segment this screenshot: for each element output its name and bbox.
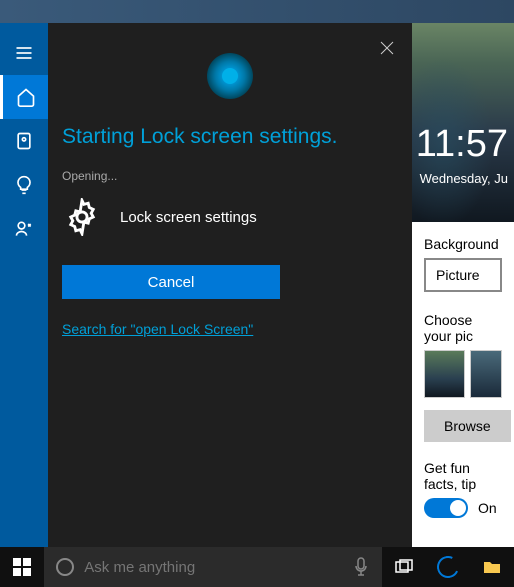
lock-screen-preview: 11:57 Wednesday, Ju bbox=[412, 23, 514, 222]
result-item[interactable]: Lock screen settings bbox=[62, 197, 398, 237]
cortana-search-box[interactable] bbox=[44, 547, 382, 587]
search-web-link[interactable]: Search for "open Lock Screen" bbox=[62, 321, 398, 337]
notebook-icon[interactable] bbox=[0, 119, 48, 163]
picture-thumbnails bbox=[424, 350, 502, 398]
lightbulb-icon[interactable] bbox=[0, 163, 48, 207]
cancel-button[interactable]: Cancel bbox=[62, 265, 280, 299]
funfacts-label: Get fun facts, tip bbox=[424, 460, 502, 492]
window-title-bar bbox=[0, 0, 514, 23]
preview-time: 11:57 bbox=[416, 123, 508, 166]
choose-picture-label: Choose your pic bbox=[424, 312, 502, 344]
search-input[interactable] bbox=[84, 559, 354, 576]
background-dropdown[interactable]: Picture bbox=[424, 258, 502, 292]
cortana-logo-icon bbox=[207, 53, 253, 99]
file-explorer-icon[interactable] bbox=[470, 547, 514, 587]
gear-icon bbox=[62, 197, 102, 237]
background-label: Background bbox=[424, 236, 502, 252]
home-icon[interactable] bbox=[0, 75, 48, 119]
thumbnail-2[interactable] bbox=[470, 350, 502, 398]
preview-date: Wednesday, Ju bbox=[420, 171, 508, 186]
start-button[interactable] bbox=[0, 547, 44, 587]
opening-status: Opening... bbox=[62, 169, 398, 183]
hamburger-menu-icon[interactable] bbox=[0, 31, 48, 75]
feedback-icon[interactable] bbox=[0, 207, 48, 251]
microphone-icon[interactable] bbox=[354, 557, 370, 577]
task-view-icon[interactable] bbox=[382, 547, 426, 587]
cortana-panel: Starting Lock screen settings. Opening..… bbox=[48, 23, 412, 547]
result-label: Lock screen settings bbox=[120, 209, 257, 226]
close-icon[interactable] bbox=[376, 37, 398, 59]
edge-browser-icon[interactable] bbox=[426, 547, 470, 587]
browse-button[interactable]: Browse bbox=[424, 410, 511, 442]
thumbnail-1[interactable] bbox=[424, 350, 465, 398]
toggle-state-label: On bbox=[478, 500, 497, 516]
cortana-heading: Starting Lock screen settings. bbox=[62, 125, 398, 149]
settings-panel: 11:57 Wednesday, Ju Background Picture C… bbox=[412, 23, 514, 547]
cortana-circle-icon bbox=[56, 558, 74, 576]
taskbar bbox=[0, 547, 514, 587]
cortana-sidebar bbox=[0, 23, 48, 547]
funfacts-toggle[interactable] bbox=[424, 498, 468, 518]
